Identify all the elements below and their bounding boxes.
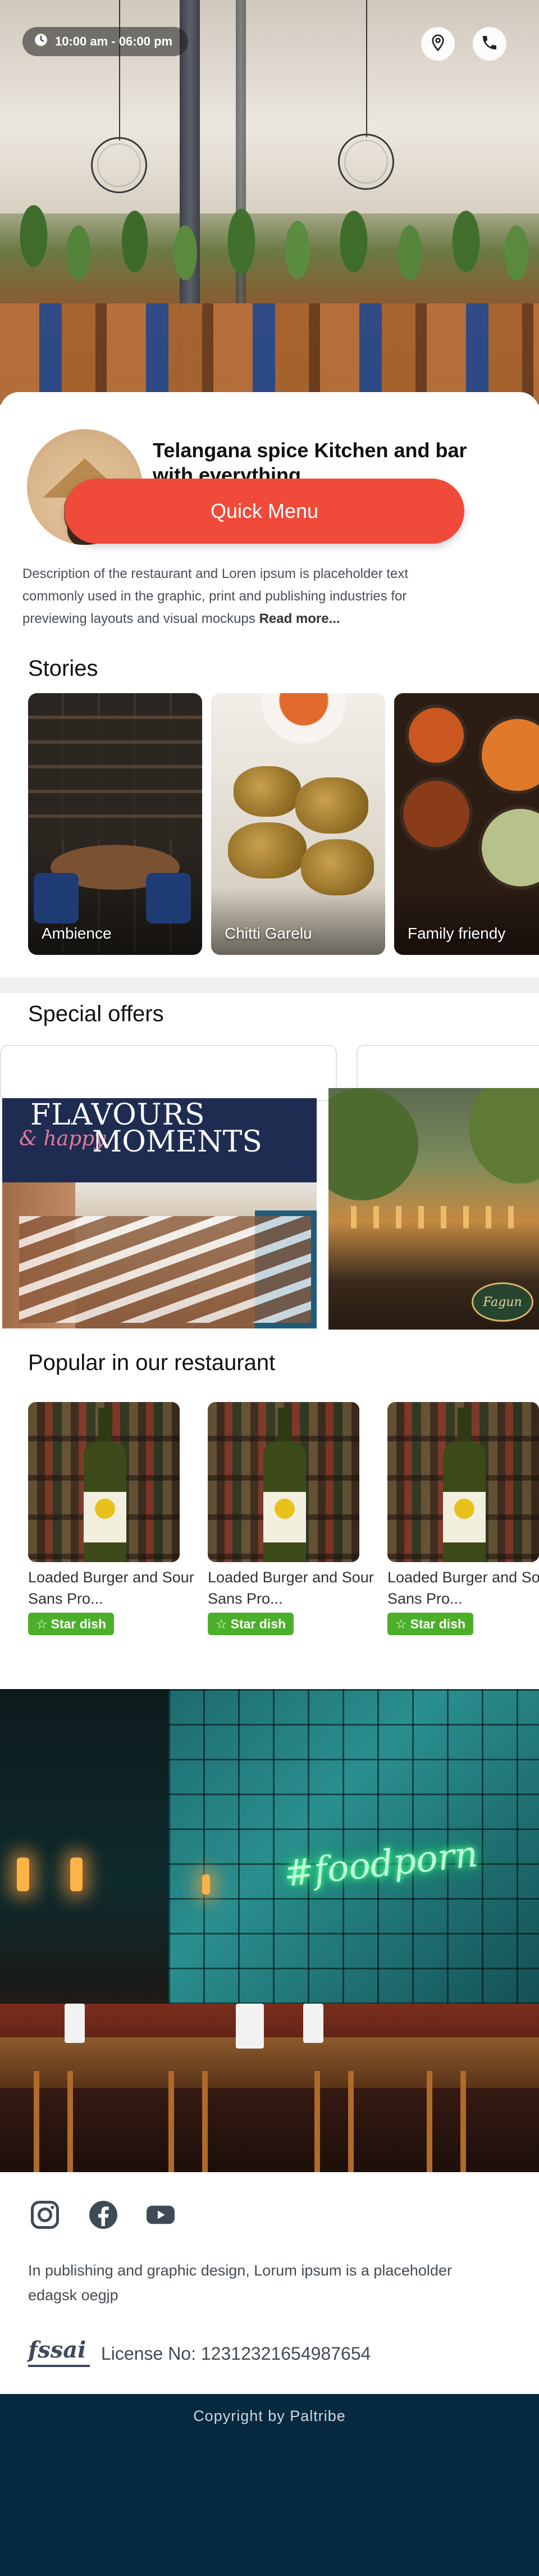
star-dish-badge: ☆ Star dish [28,1613,115,1635]
license-number: License No: 12312321654987654 [101,2343,371,2364]
star-dish-label: Star dish [410,1616,466,1631]
story-label: Family friendy [408,925,506,942]
offer-banner-garden[interactable]: Fagun [328,1088,539,1330]
quick-menu-button[interactable]: Quick Menu [65,479,464,544]
location-pin-icon [429,34,447,54]
instagram-icon [28,2201,62,2234]
location-button[interactable] [421,27,455,61]
offer-banner-flavours[interactable]: FLAVOURS & happy MOMENTS [2,1098,317,1328]
star-dish-label: Star dish [230,1616,286,1631]
offer-brand-badge: Fagun [472,1282,533,1322]
fssai-logo: fssai [28,2337,90,2370]
star-dish-badge: ☆ Star dish [208,1613,294,1635]
top-bar: 10:00 am - 06:00 pm [0,0,539,90]
stories-carousel[interactable]: Ambience Chitti Garelu Family friendy [28,693,539,957]
opening-hours-pill: 10:00 am - 06:00 pm [22,27,189,56]
dish-image [28,1402,180,1562]
opening-hours-text: 10:00 am - 06:00 pm [55,34,173,48]
dish-card[interactable]: Loaded Burger and Sour Sans Pro... ☆ Sta… [387,1402,539,1635]
story-label: Ambience [42,925,112,942]
restaurant-description: Description of the restaurant and Loren … [22,563,472,630]
dish-image [387,1402,539,1562]
star-dish-badge: ☆ Star dish [387,1613,474,1635]
hero-chairs [0,303,539,404]
offer-card[interactable] [0,1045,337,1101]
dish-name: Loaded Burger and Sour Sans Pro... [28,1569,194,1607]
stories-title: Stories [28,656,98,681]
story-card[interactable]: Family friendy [394,693,539,955]
popular-title: Popular in our restaurant [28,1350,276,1375]
dish-image [208,1402,359,1562]
story-label: Chitti Garelu [225,925,312,942]
call-button[interactable] [473,27,506,61]
footer-description: In publishing and graphic design, Lorum … [28,2262,452,2304]
youtube-link[interactable] [144,2198,177,2232]
dish-name: Loaded Burger and Sour Sans Pro... [387,1569,539,1607]
dish-card[interactable]: Loaded Burger and Sour Sans Pro... ☆ Sta… [28,1402,197,1635]
instagram-link[interactable] [28,2198,62,2232]
restaurant-interior-photo: #foodporn [0,1689,539,2172]
offer-banner-line2: MOMENTS [92,1125,262,1159]
copyright-text: Copyright by Paltribe [193,2407,346,2424]
dish-name: Loaded Burger and Sour Sans Pro... [208,1569,374,1607]
special-offers-title: Special offers [28,1002,164,1026]
clock-icon [34,33,48,51]
section-divider [0,977,539,993]
star-dish-label: Star dish [51,1616,107,1631]
copyright-bar: Copyright by Paltribe [0,2394,539,2576]
youtube-icon [144,2205,177,2234]
facebook-link[interactable] [86,2198,120,2232]
description-text: Description of the restaurant and Loren … [22,566,409,626]
popular-dishes-carousel[interactable]: Loaded Burger and Sour Sans Pro... ☆ Sta… [28,1402,539,1644]
read-more-link[interactable]: Read more... [259,611,340,626]
star-icon: ☆ [216,1616,227,1631]
dish-card[interactable]: Loaded Burger and Sour Sans Pro... ☆ Sta… [208,1402,376,1635]
star-icon: ☆ [395,1616,407,1631]
facebook-icon [86,2201,120,2234]
star-icon: ☆ [36,1616,48,1631]
story-card[interactable]: Chitti Garelu [211,693,385,955]
phone-icon [481,34,499,54]
story-card[interactable]: Ambience [28,693,202,955]
